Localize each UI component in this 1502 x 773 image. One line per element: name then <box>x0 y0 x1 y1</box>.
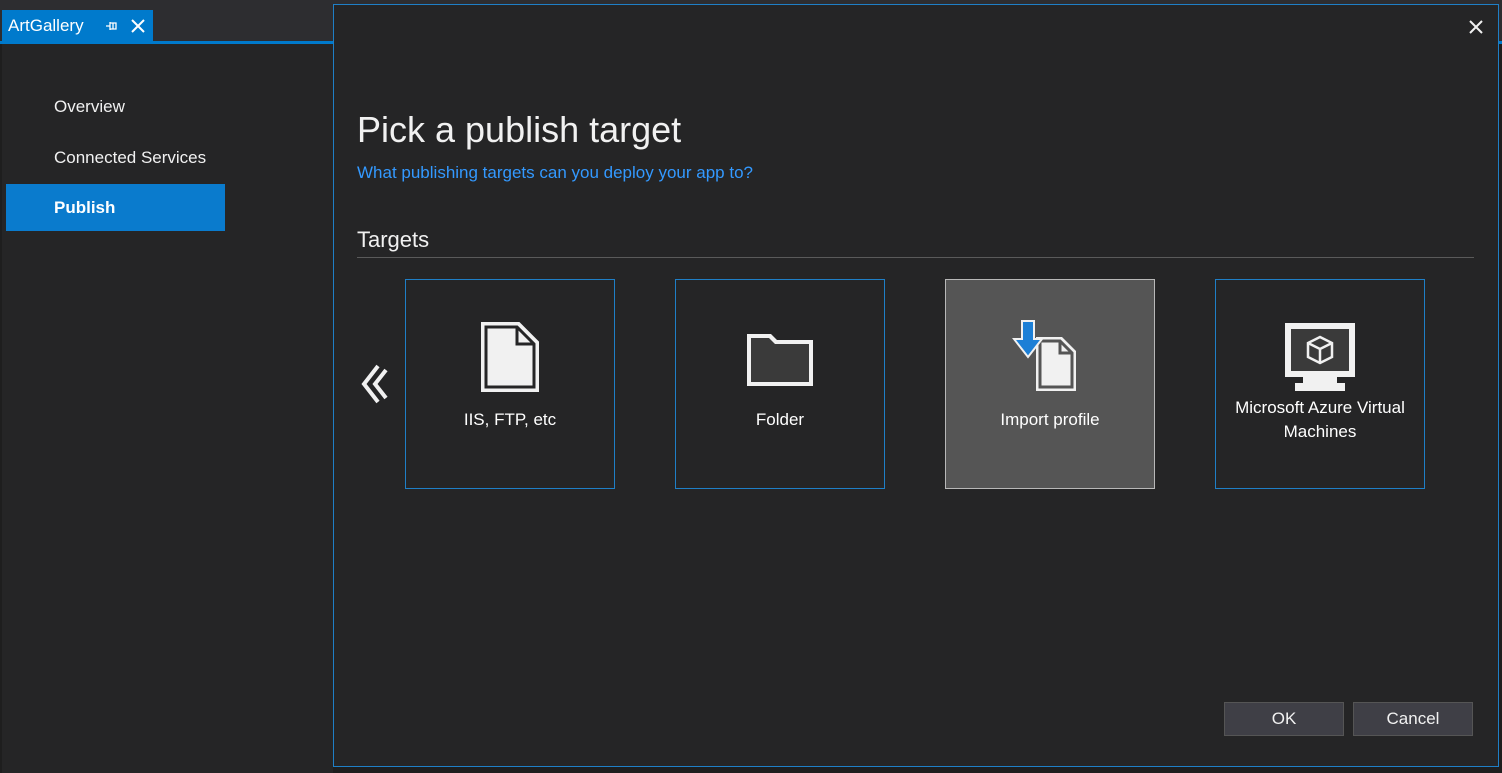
target-tile-label: Folder <box>755 410 805 429</box>
app-root: ArtGallery Overview Connected Services P… <box>0 0 1502 773</box>
pin-icon[interactable] <box>101 15 123 37</box>
target-tile-folder[interactable]: Folder <box>675 279 885 489</box>
target-tile-label: Import profile <box>1000 410 1100 429</box>
sidebar-item-publish[interactable]: Publish <box>6 184 225 231</box>
publish-target-dialog: Pick a publish target What publishing ta… <box>333 4 1499 767</box>
sidebar-item-connected-services[interactable]: Connected Services <box>6 134 225 181</box>
project-properties-nav: Overview Connected Services Publish <box>2 44 333 773</box>
sidebar-item-label: Connected Services <box>54 147 207 167</box>
ok-button[interactable]: OK <box>1224 702 1344 736</box>
sidebar-item-label: Overview <box>54 96 125 116</box>
target-tile-label: IIS, FTP, etc <box>463 410 557 429</box>
cancel-button[interactable]: Cancel <box>1353 702 1473 736</box>
chevron-left-icon[interactable] <box>356 360 392 408</box>
close-icon[interactable] <box>127 15 149 37</box>
sidebar-item-overview[interactable]: Overview <box>6 83 225 130</box>
import-profile-icon <box>946 316 1154 398</box>
close-icon[interactable] <box>1466 17 1486 37</box>
targets-heading: Targets <box>357 227 430 252</box>
document-tab-title: ArtGallery <box>8 16 84 35</box>
document-tab-artgallery[interactable]: ArtGallery <box>2 10 153 42</box>
help-link[interactable]: What publishing targets can you deploy y… <box>357 163 753 183</box>
document-icon <box>406 316 614 398</box>
section-divider <box>357 257 1474 258</box>
target-tile-label: Microsoft Azure Virtual Machines <box>1235 398 1405 441</box>
virtual-machine-icon <box>1216 316 1424 398</box>
target-tile-iis-ftp[interactable]: IIS, FTP, etc <box>405 279 615 489</box>
sidebar-item-label: Publish <box>54 197 116 217</box>
dialog-title: Pick a publish target <box>357 109 682 150</box>
target-tile-import-profile[interactable]: Import profile <box>945 279 1155 489</box>
target-tile-azure-vm[interactable]: Microsoft Azure Virtual Machines <box>1215 279 1425 489</box>
folder-icon <box>676 316 884 398</box>
